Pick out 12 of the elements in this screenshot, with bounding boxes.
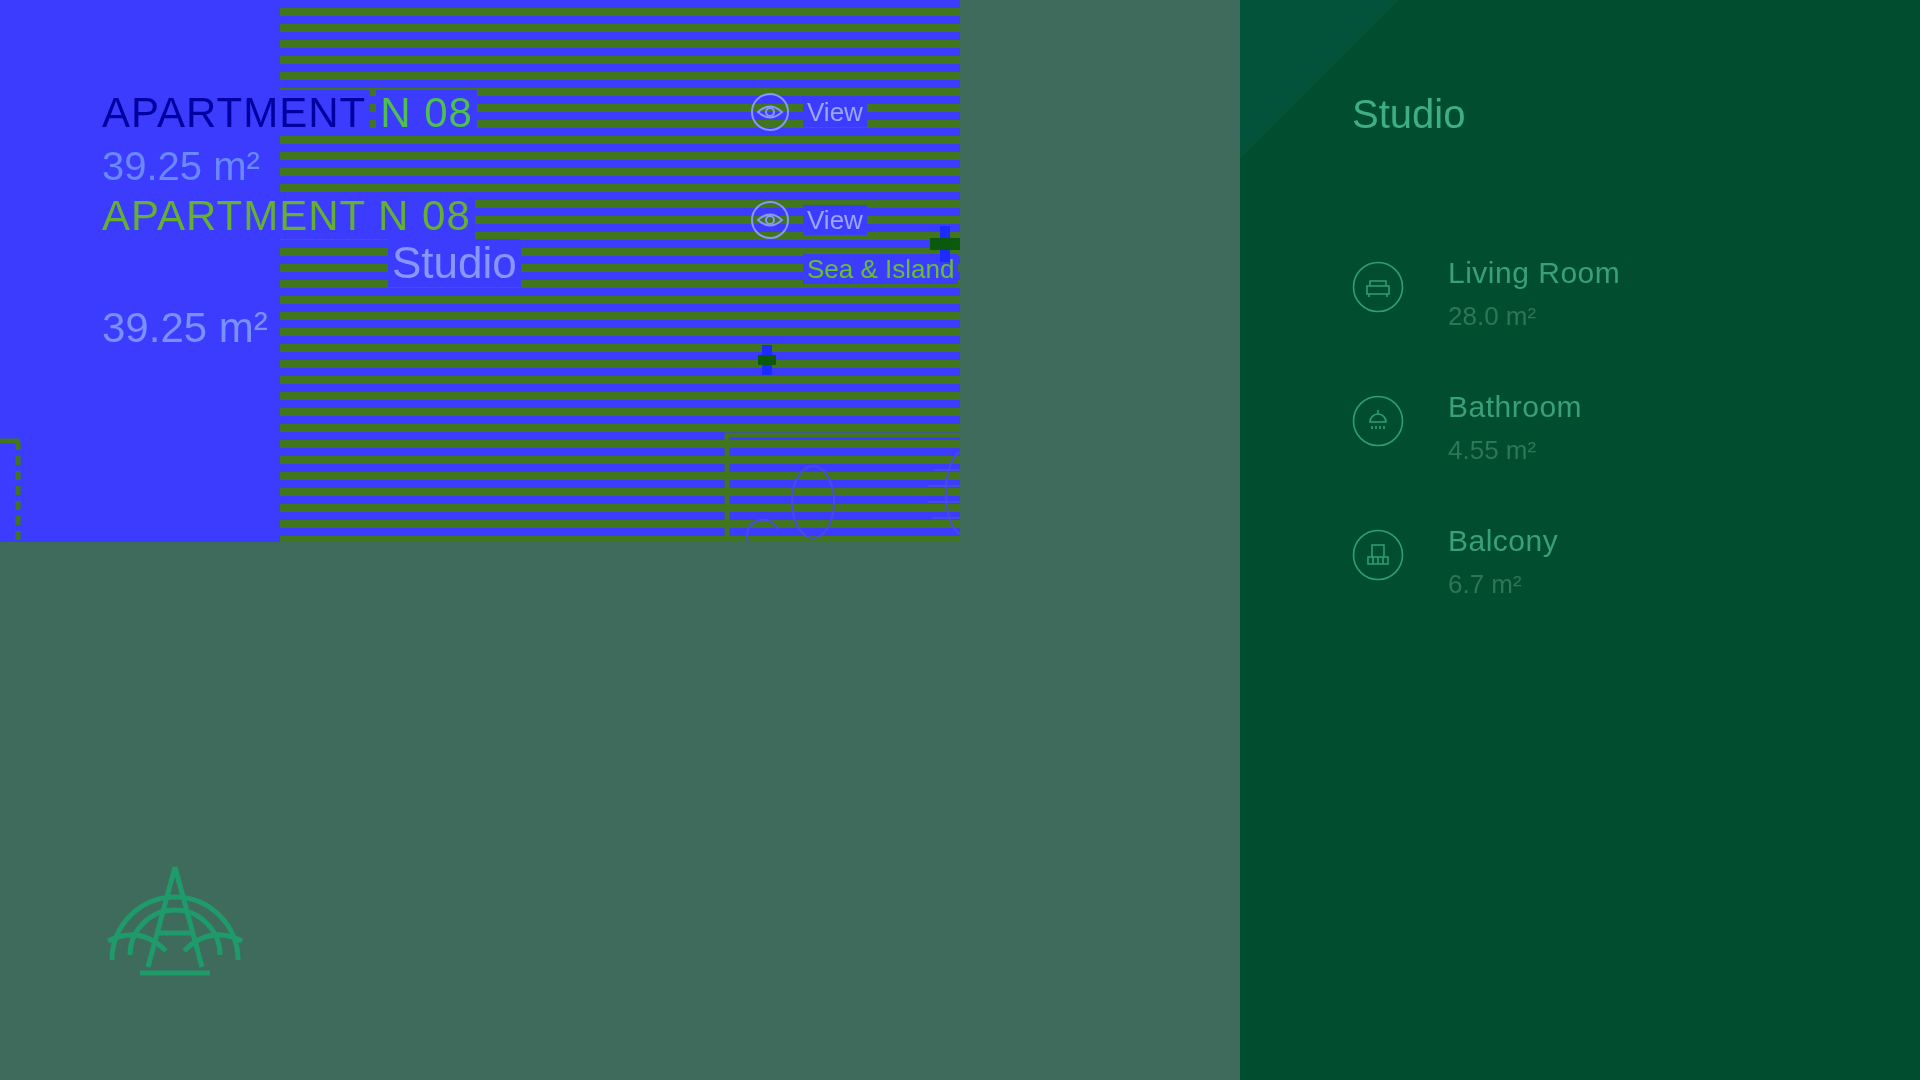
- room-name: Balcony: [1448, 523, 1559, 559]
- ghost-type-label: Studio: [388, 239, 521, 287]
- panel-title: Studio: [1352, 94, 1466, 134]
- shower-head-icon: [1352, 395, 1404, 447]
- view-label: View: [803, 205, 867, 235]
- room-name: Living Room: [1448, 255, 1621, 291]
- room-name: Bathroom: [1448, 389, 1583, 425]
- railing-icon: [1352, 529, 1404, 581]
- sofa-icon: [1352, 261, 1404, 313]
- orientation-label: Sea & Island: [803, 254, 959, 284]
- eye-icon: [750, 200, 790, 240]
- eye-icon: [750, 92, 790, 132]
